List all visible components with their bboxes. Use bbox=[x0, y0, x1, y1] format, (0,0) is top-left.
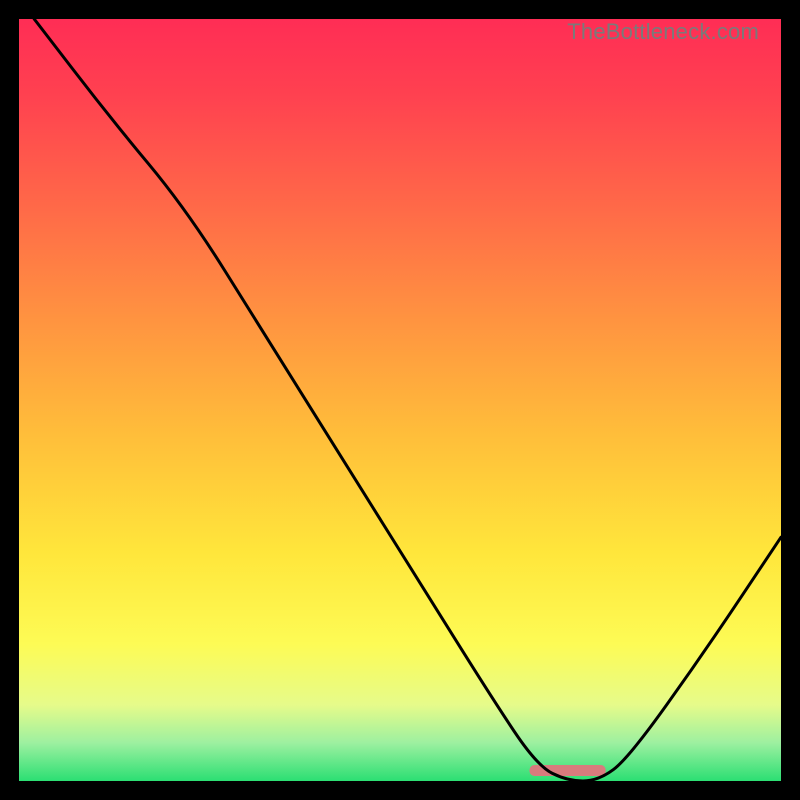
chart-frame: TheBottleneck.com bbox=[19, 19, 781, 781]
bottleneck-chart bbox=[19, 19, 781, 781]
gradient-bg bbox=[19, 19, 781, 781]
watermark-text: TheBottleneck.com bbox=[567, 19, 759, 45]
